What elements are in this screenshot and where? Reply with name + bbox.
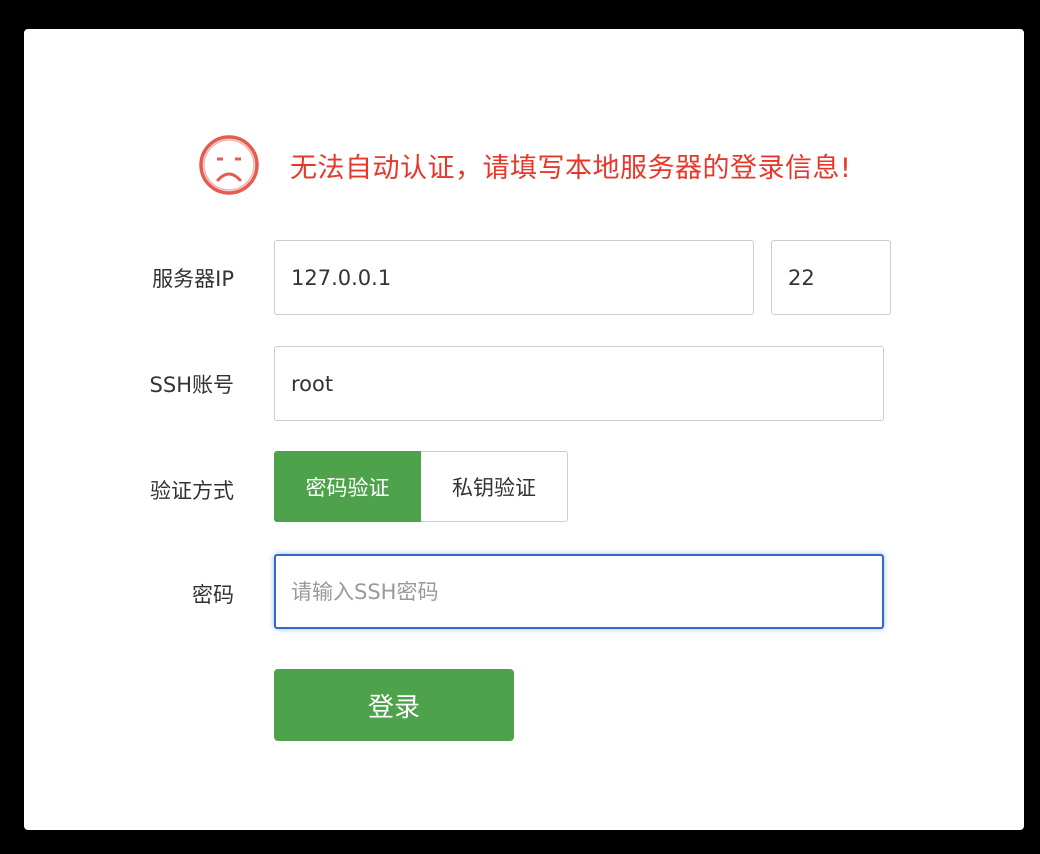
ssh-account-label: SSH账号 [149, 373, 234, 397]
key-auth-tab[interactable]: 私钥验证 [421, 451, 568, 522]
sad-face-icon [199, 135, 259, 195]
warning-banner: 无法自动认证，请填写本地服务器的登录信息! [198, 133, 851, 197]
server-ip-input[interactable] [274, 240, 754, 315]
password-auth-tab[interactable]: 密码验证 [274, 451, 421, 522]
auth-method-label: 验证方式 [150, 479, 234, 503]
port-input[interactable] [771, 240, 891, 315]
warning-message: 无法自动认证，请填写本地服务器的登录信息! [290, 152, 852, 184]
password-label: 密码 [192, 583, 234, 607]
password-input[interactable] [274, 554, 884, 629]
server-ip-label: 服务器IP [152, 267, 234, 291]
ssh-account-input[interactable] [274, 346, 884, 421]
login-button[interactable]: 登录 [274, 669, 514, 741]
login-dialog: 无法自动认证，请填写本地服务器的登录信息! 服务器IP SSH账号 验证方式 密… [24, 29, 1024, 830]
